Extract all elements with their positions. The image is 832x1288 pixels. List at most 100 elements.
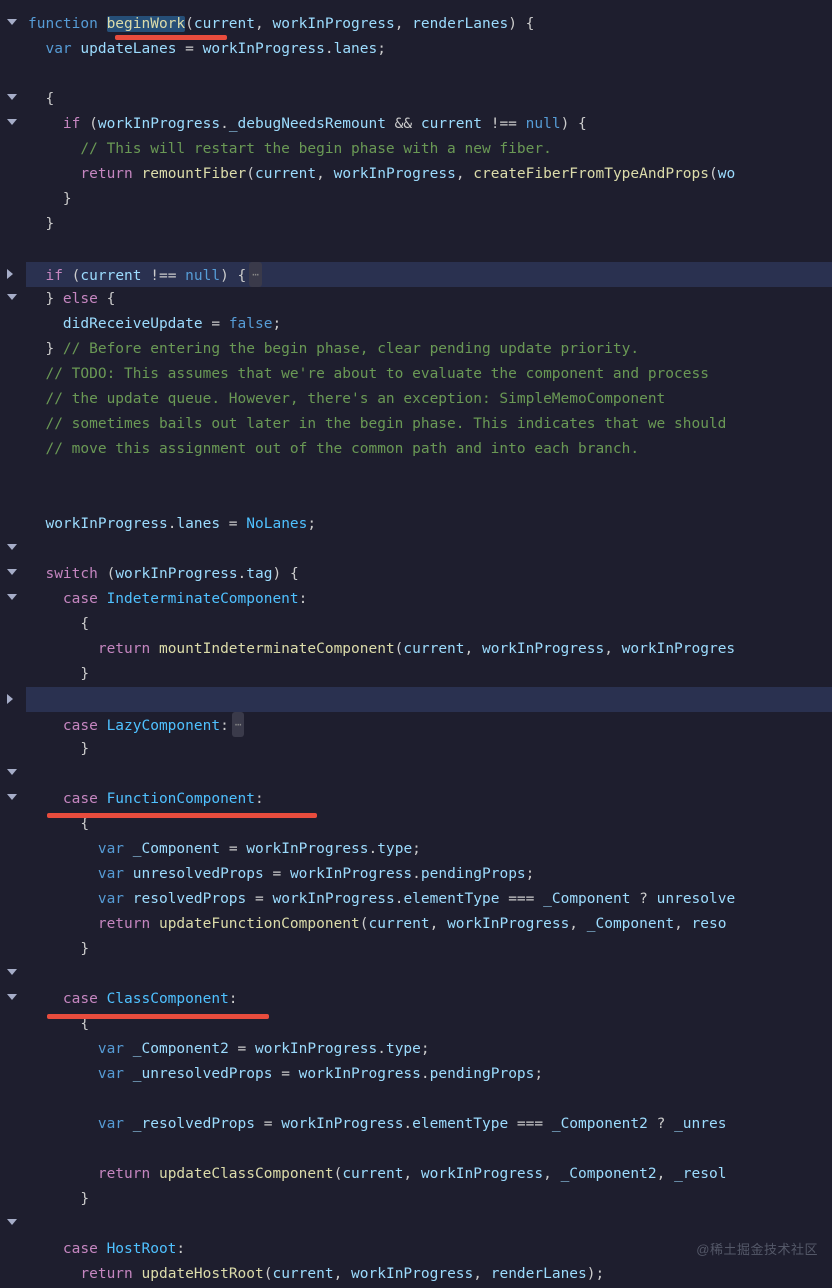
gutter-blank [0, 662, 26, 687]
code-line[interactable] [26, 237, 832, 262]
chevron-down-icon [7, 294, 19, 306]
gutter-blank [0, 137, 26, 162]
code-line[interactable] [26, 62, 832, 87]
gutter-blank [0, 712, 26, 737]
code-line[interactable]: } [26, 662, 832, 687]
code-line[interactable]: function beginWork(current, workInProgre… [26, 12, 832, 37]
code-line[interactable]: switch (workInProgress.tag) { [26, 562, 832, 587]
code-line[interactable] [26, 962, 832, 987]
gutter-blank [0, 1037, 26, 1062]
code-line[interactable] [26, 487, 832, 512]
gutter-blank [0, 1087, 26, 1112]
code-line[interactable]: } [26, 1187, 832, 1212]
fold-toggle[interactable] [0, 87, 26, 112]
code-line[interactable]: // move this assignment out of the commo… [26, 437, 832, 462]
fold-ellipsis-icon[interactable]: ⋯ [249, 262, 262, 287]
code-line[interactable]: var _Component = workInProgress.type; [26, 837, 832, 862]
fold-toggle[interactable] [0, 787, 26, 812]
code-line[interactable]: { [26, 87, 832, 112]
code-line[interactable] [26, 1087, 832, 1112]
chevron-down-icon [7, 594, 19, 606]
code-line[interactable] [26, 687, 832, 712]
chevron-down-icon [7, 969, 19, 981]
fold-toggle[interactable] [0, 562, 26, 587]
fold-toggle[interactable] [0, 287, 26, 312]
code-line[interactable] [26, 1137, 832, 1162]
code-line[interactable]: var _Component2 = workInProgress.type; [26, 1037, 832, 1062]
code-line[interactable]: return updateClassComponent(current, wor… [26, 1162, 832, 1187]
annotation-underline [47, 1014, 269, 1019]
code-line[interactable] [26, 762, 832, 787]
code-line[interactable]: } // Before entering the begin phase, cl… [26, 337, 832, 362]
code-line[interactable] [26, 1212, 832, 1237]
fold-toggle[interactable] [0, 987, 26, 1012]
code-line[interactable]: } else { [26, 287, 832, 312]
gutter-blank [0, 862, 26, 887]
fold-toggle[interactable] [0, 587, 26, 612]
fold-toggle[interactable] [0, 12, 26, 37]
code-line[interactable]: didReceiveUpdate = false; [26, 312, 832, 337]
annotation-underline [115, 35, 227, 40]
code-line[interactable]: { [26, 612, 832, 637]
fold-toggle[interactable] [0, 112, 26, 137]
gutter-blank [0, 487, 26, 512]
code-line[interactable]: var updateLanes = workInProgress.lanes; [26, 37, 832, 62]
watermark-text: @稀土掘金技术社区 [696, 1237, 818, 1262]
code-line[interactable] [26, 462, 832, 487]
code-line[interactable]: var _resolvedProps = workInProgress.elem… [26, 1112, 832, 1137]
code-line[interactable]: return remountFiber(current, workInProgr… [26, 162, 832, 187]
code-line[interactable]: var _unresolvedProps = workInProgress.pe… [26, 1062, 832, 1087]
fold-toggle[interactable] [0, 762, 26, 787]
gutter-blank [0, 637, 26, 662]
code-line[interactable]: workInProgress.lanes = NoLanes; [26, 512, 832, 537]
code-line[interactable]: } [26, 937, 832, 962]
fold-toggle[interactable] [0, 962, 26, 987]
code-line[interactable] [26, 537, 832, 562]
gutter-blank [0, 912, 26, 937]
gutter-blank [0, 1262, 26, 1287]
code-line[interactable]: var unresolvedProps = workInProgress.pen… [26, 862, 832, 887]
code-line[interactable]: // sometimes bails out later in the begi… [26, 412, 832, 437]
gutter-blank [0, 737, 26, 762]
code-line[interactable]: // the update queue. However, there's an… [26, 387, 832, 412]
code-line[interactable]: case LazyComponent:⋯ [26, 712, 832, 737]
code-line[interactable]: } [26, 187, 832, 212]
fold-toggle[interactable] [0, 537, 26, 562]
fold-ellipsis-icon[interactable]: ⋯ [232, 712, 245, 737]
chevron-down-icon [7, 769, 19, 781]
code-area[interactable]: function beginWork(current, workInProgre… [26, 0, 832, 1288]
gutter-blank [0, 1062, 26, 1087]
code-line[interactable]: // TODO: This assumes that we're about t… [26, 362, 832, 387]
chevron-down-icon [7, 544, 19, 556]
gutter-blank [0, 512, 26, 537]
gutter-blank [0, 337, 26, 362]
fold-toggle[interactable] [0, 687, 26, 712]
gutter-blank [0, 162, 26, 187]
code-line[interactable]: return updateHostRoot(current, workInPro… [26, 1262, 832, 1287]
code-line[interactable]: return mountIndeterminateComponent(curre… [26, 637, 832, 662]
fold-toggle[interactable] [0, 1212, 26, 1237]
chevron-right-icon [7, 694, 19, 706]
gutter-blank [0, 1112, 26, 1137]
code-line[interactable]: case FunctionComponent: [26, 787, 832, 812]
code-line[interactable]: } [26, 212, 832, 237]
gutter-blank [0, 812, 26, 837]
chevron-down-icon [7, 19, 19, 31]
code-line[interactable]: case ClassComponent: [26, 987, 832, 1012]
chevron-down-icon [7, 94, 19, 106]
code-line[interactable]: if (workInProgress._debugNeedsRemount &&… [26, 112, 832, 137]
gutter-blank [0, 187, 26, 212]
gutter-blank [0, 1162, 26, 1187]
gutter-blank [0, 362, 26, 387]
code-line[interactable]: var resolvedProps = workInProgress.eleme… [26, 887, 832, 912]
gutter-blank [0, 237, 26, 262]
gutter-blank [0, 887, 26, 912]
code-line[interactable]: } [26, 737, 832, 762]
gutter-blank [0, 612, 26, 637]
code-line[interactable]: case IndeterminateComponent: [26, 587, 832, 612]
code-line[interactable]: // This will restart the begin phase wit… [26, 137, 832, 162]
code-line[interactable]: if (current !== null) {⋯ [26, 262, 832, 287]
code-line[interactable]: return updateFunctionComponent(current, … [26, 912, 832, 937]
chevron-down-icon [7, 994, 19, 1006]
fold-toggle[interactable] [0, 262, 26, 287]
